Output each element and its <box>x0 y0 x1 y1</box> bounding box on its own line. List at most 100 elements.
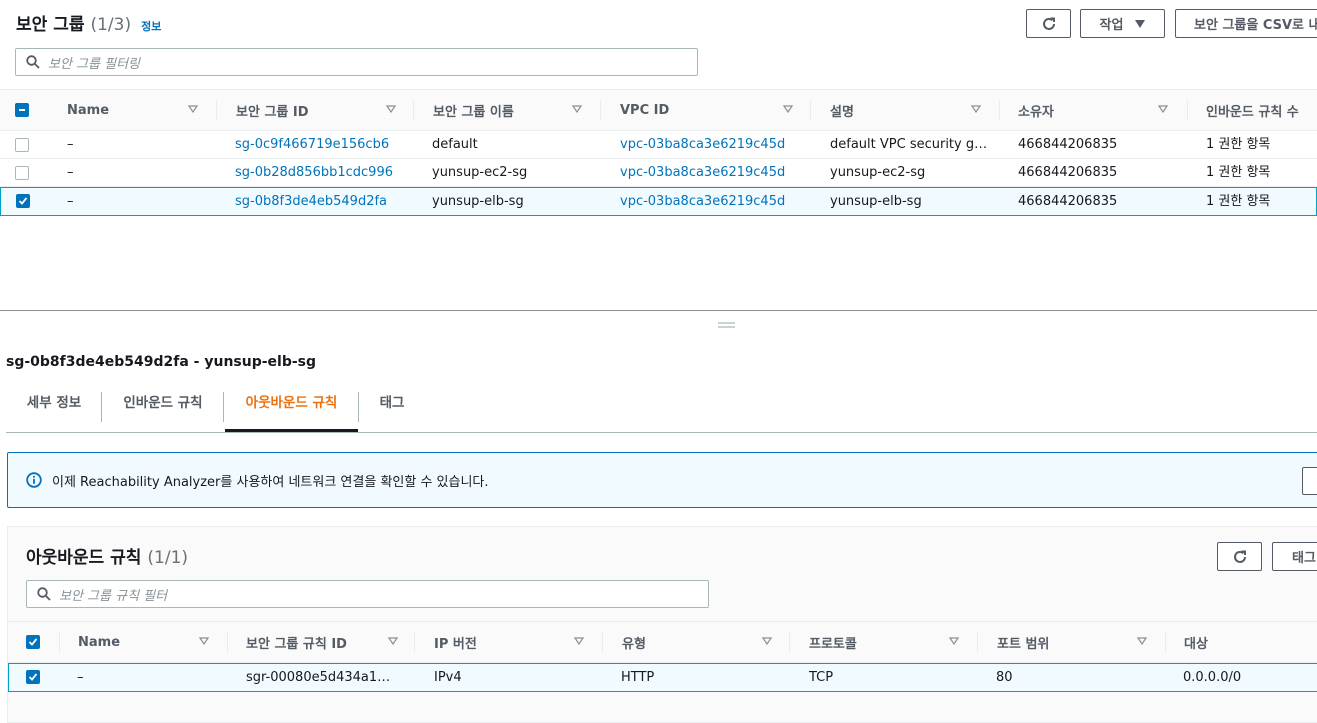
sort-icon <box>971 105 981 113</box>
col-group-id[interactable]: 보안 그룹 ID <box>236 90 406 130</box>
banner-action-button[interactable] <box>1302 467 1317 495</box>
col-name[interactable]: Name <box>67 90 207 130</box>
sort-icon <box>1137 637 1147 645</box>
col-description[interactable]: 설명 <box>830 90 990 130</box>
outbound-rules-header: 아웃바운드 규칙 (1/1) <box>26 543 188 568</box>
col-type[interactable]: 유형 <box>622 622 782 662</box>
col-ip-version[interactable]: IP 버전 <box>434 622 594 662</box>
cell-group-name: yunsup-elb-sg <box>432 194 524 209</box>
security-groups-header: 보안 그룹 (1/3) 정보 <box>16 10 161 35</box>
rule-row-checkbox-checked[interactable] <box>26 670 40 684</box>
cell-name: – <box>67 137 74 152</box>
cell-group-id-link[interactable]: sg-0b28d856bb1cdc996 <box>235 159 405 187</box>
outbound-rules-title: 아웃바운드 규칙 <box>26 548 142 568</box>
col-port-range[interactable]: 포트 범위 <box>997 622 1157 662</box>
cell-protocol: TCP <box>809 670 834 685</box>
table-row[interactable]: – sg-0c9f466719e156cb6 default vpc-03ba8… <box>0 131 1317 159</box>
cell-name: – <box>67 194 74 209</box>
cell-owner: 466844206835 <box>1018 194 1118 209</box>
manage-tags-button[interactable]: 태그 <box>1272 542 1317 571</box>
col-description-label: 설명 <box>830 104 854 120</box>
refresh-icon <box>1042 17 1055 30</box>
security-groups-table-header: Name 보안 그룹 ID 보안 그룹 이름 VPC ID 설명 소유자 인바운… <box>0 89 1317 131</box>
col-ip-version-label: IP 버전 <box>434 636 477 652</box>
col-name-label: Name <box>67 102 110 118</box>
select-all-checkbox[interactable] <box>15 103 29 117</box>
col-owner[interactable]: 소유자 <box>1018 90 1178 130</box>
cell-group-id-link[interactable]: sg-0c9f466719e156cb6 <box>235 131 405 159</box>
cell-group-id-link[interactable]: sg-0b8f3de4eb549d2fa <box>235 188 405 216</box>
export-csv-label: 보안 그룹을 CSV로 내 <box>1194 18 1317 33</box>
tab-tags[interactable]: 태그 <box>360 384 424 432</box>
rules-select-all-checkbox[interactable] <box>26 635 40 649</box>
rules-table-header: Name 보안 그룹 규칙 ID IP 버전 유형 프로토콜 포트 범위 대상 <box>8 621 1317 663</box>
security-group-filter[interactable]: 보안 그룹 필터링 <box>15 48 698 76</box>
detail-title: sg-0b8f3de4eb549d2fa - yunsup-elb-sg <box>6 354 317 370</box>
col-inbound-rules-label: 인바운드 규칙 수 <box>1206 104 1299 120</box>
table-row-selected[interactable]: – sg-0b8f3de4eb549d2fa yunsup-elb-sg vpc… <box>0 187 1317 216</box>
col-group-name[interactable]: 보안 그룹 이름 <box>433 90 593 130</box>
actions-dropdown[interactable]: 작업 <box>1080 9 1165 38</box>
checkmark-icon <box>28 638 38 646</box>
panel-splitter[interactable] <box>0 310 1317 311</box>
selection-count: (1/3) <box>90 15 132 35</box>
search-icon <box>26 55 40 69</box>
detail-tabs: 세부 정보 인바운드 규칙 아웃바운드 규칙 태그 <box>6 384 1317 433</box>
rules-filter[interactable]: 보안 그룹 규칙 필터 <box>26 580 709 608</box>
sort-icon <box>188 105 198 113</box>
col-protocol[interactable]: 프로토콜 <box>809 622 969 662</box>
filter-placeholder: 보안 그룹 필터링 <box>48 56 140 72</box>
cell-owner: 466844206835 <box>1018 165 1118 180</box>
col-port-range-label: 포트 범위 <box>997 636 1050 652</box>
cell-destination: 0.0.0.0/0 <box>1183 670 1242 685</box>
actions-label: 작업 <box>1099 18 1124 33</box>
col-rule-name[interactable]: Name <box>78 622 218 662</box>
cell-inbound-count: 1 권한 항목 <box>1206 194 1271 209</box>
info-icon <box>26 472 42 488</box>
checkmark-icon <box>18 197 28 205</box>
refresh-button[interactable] <box>1026 9 1071 38</box>
cell-port-range: 80 <box>996 670 1013 685</box>
tab-details[interactable]: 세부 정보 <box>6 384 102 432</box>
sort-icon <box>572 105 582 113</box>
col-rule-id[interactable]: 보안 그룹 규칙 ID <box>246 622 416 662</box>
sort-icon <box>199 637 209 645</box>
sort-icon <box>574 637 584 645</box>
col-vpc-id-label: VPC ID <box>620 102 670 118</box>
sort-icon <box>386 105 396 113</box>
cell-vpc-id-link[interactable]: vpc-03ba8ca3e6219c45d <box>620 131 800 159</box>
minus-icon <box>19 109 25 111</box>
cell-ip-version: IPv4 <box>434 670 462 685</box>
manage-tags-label: 태그 <box>1292 551 1316 566</box>
sort-icon <box>949 637 959 645</box>
cell-description: yunsup-elb-sg <box>830 194 922 209</box>
info-banner: 이제 Reachability Analyzer를 사용하여 네트워크 연결을 … <box>7 452 1317 508</box>
row-checkbox[interactable] <box>15 166 29 180</box>
rules-refresh-button[interactable] <box>1217 542 1262 571</box>
col-group-name-label: 보안 그룹 이름 <box>433 104 514 120</box>
outbound-rules-card: 아웃바운드 규칙 (1/1) 태그 보안 그룹 규칙 필터 Name 보안 그룹… <box>7 526 1317 723</box>
info-link[interactable]: 정보 <box>141 18 161 34</box>
sort-icon <box>1158 105 1168 113</box>
tab-inbound-rules[interactable]: 인바운드 규칙 <box>102 384 224 432</box>
cell-inbound-count: 1 권한 항목 <box>1206 137 1271 152</box>
rules-table-row-selected[interactable]: – sgr-00080e5d434a1d… IPv4 HTTP TCP 80 0… <box>8 663 1317 692</box>
col-inbound-rules[interactable]: 인바운드 규칙 수 <box>1206 90 1317 130</box>
cell-group-name: default <box>432 137 478 152</box>
row-checkbox-checked[interactable] <box>16 194 30 208</box>
export-csv-button[interactable]: 보안 그룹을 CSV로 내 <box>1175 9 1317 38</box>
drag-handle-icon[interactable] <box>718 322 735 328</box>
col-vpc-id[interactable]: VPC ID <box>620 90 800 130</box>
col-destination[interactable]: 대상 <box>1184 622 1314 662</box>
row-checkbox[interactable] <box>15 138 29 152</box>
cell-description: yunsup-ec2-sg <box>830 165 926 180</box>
table-row[interactable]: – sg-0b28d856bb1cdc996 yunsup-ec2-sg vpc… <box>0 159 1317 187</box>
tab-outbound-rules[interactable]: 아웃바운드 규칙 <box>225 384 358 432</box>
outbound-rules-count: (1/1) <box>147 548 189 568</box>
cell-vpc-id-link[interactable]: vpc-03ba8ca3e6219c45d <box>620 159 800 187</box>
checkmark-icon <box>28 673 38 681</box>
cell-vpc-id-link[interactable]: vpc-03ba8ca3e6219c45d <box>620 188 800 216</box>
cell-type: HTTP <box>621 670 655 685</box>
col-destination-label: 대상 <box>1184 636 1208 652</box>
col-owner-label: 소유자 <box>1018 104 1054 120</box>
